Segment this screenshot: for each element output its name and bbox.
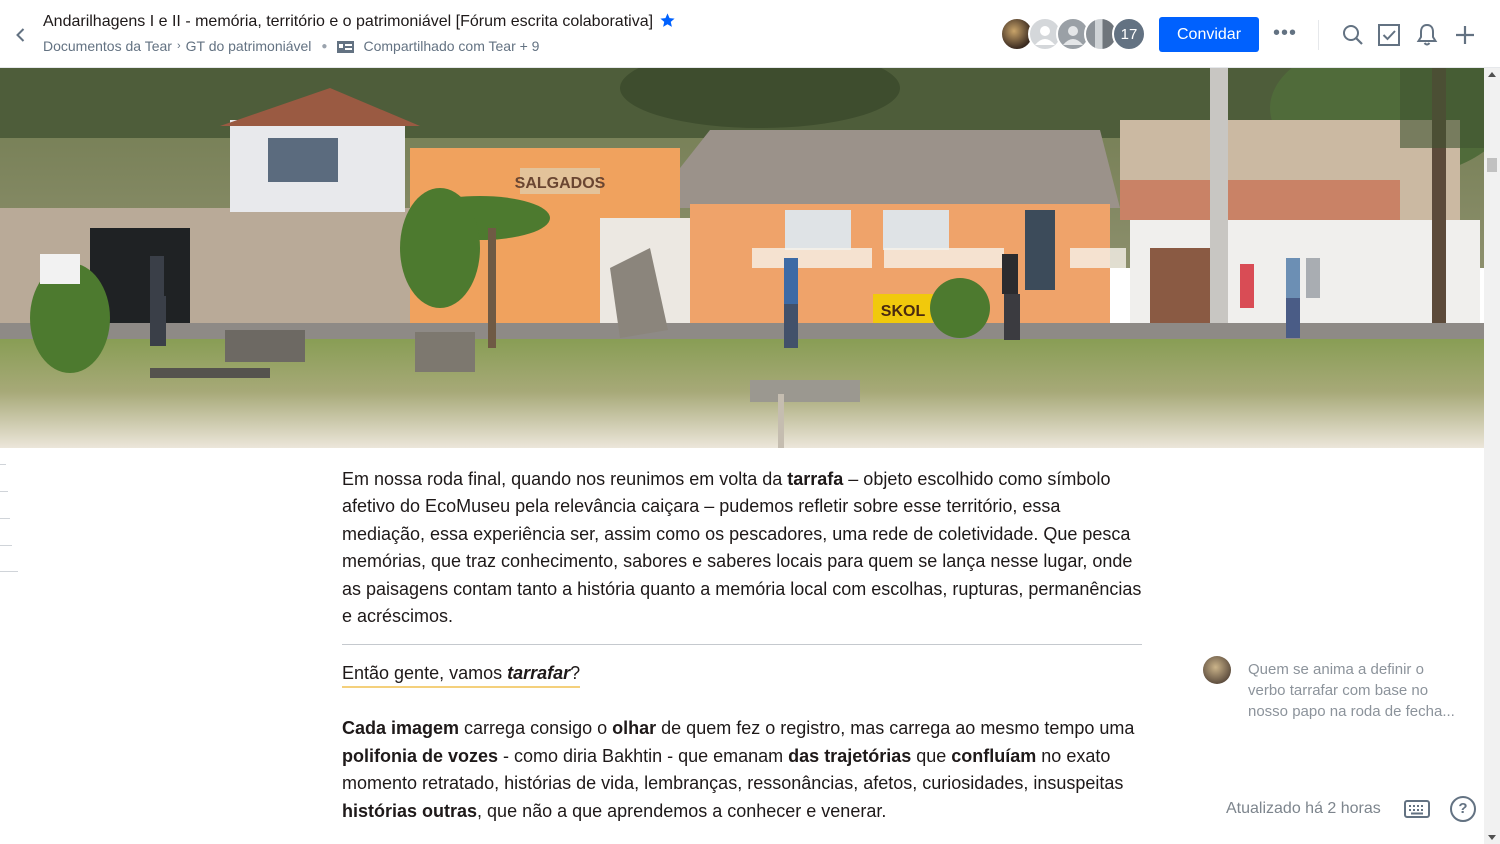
bold-text: confluíam	[951, 745, 1037, 766]
cover-image: SALGADOS SKOL	[0, 68, 1484, 448]
breadcrumb-dot: ●	[321, 40, 328, 52]
bell-icon	[1416, 23, 1438, 46]
keyboard-icon	[1404, 800, 1430, 818]
back-button[interactable]	[10, 24, 32, 46]
commented-text-highlight[interactable]: Então gente, vamos tarrafar?	[342, 661, 581, 689]
create-button[interactable]	[1452, 22, 1478, 48]
document-header: Andarilhagens I e II - memória, territór…	[0, 0, 1500, 68]
star-icon	[660, 13, 675, 27]
header-divider	[1318, 20, 1319, 50]
help-button[interactable]: ?	[1450, 796, 1476, 822]
avatar-overflow-count[interactable]: 17	[1112, 17, 1146, 51]
tasks-button[interactable]	[1376, 22, 1402, 48]
star-button[interactable]	[659, 12, 676, 32]
last-updated-status: Atualizado há 2 horas	[1226, 800, 1381, 817]
bold-text: das trajetórias	[788, 745, 912, 766]
skol-sign-text: SKOL	[881, 303, 926, 320]
outline-marker[interactable]	[0, 464, 6, 465]
scroll-down-arrow-icon[interactable]	[1488, 835, 1496, 840]
user-icon	[1035, 26, 1055, 45]
user-icon	[1063, 26, 1083, 45]
document-body[interactable]: Em nossa roda final, quando nos reunimos…	[342, 466, 1142, 825]
page-title[interactable]: Andarilhagens I e II - memória, territór…	[43, 13, 653, 31]
chevron-left-icon	[16, 28, 25, 42]
scroll-thumb[interactable]	[1487, 158, 1497, 172]
question-line[interactable]: Então gente, vamos tarrafar?	[342, 660, 1142, 689]
shop-sign-text: SALGADOS	[515, 175, 606, 192]
shared-with-link[interactable]: Compartilhado com Tear + 9	[363, 38, 539, 54]
notifications-button[interactable]	[1414, 22, 1440, 48]
text-run: que	[911, 745, 952, 766]
text-run: , que não a que aprendemos a conhecer e …	[477, 800, 887, 821]
bold-text: tarrafa	[787, 469, 844, 489]
comment-author-avatar[interactable]	[1203, 656, 1231, 684]
text-run: - como diria Bakhtin - que emanam	[498, 745, 789, 766]
search-button[interactable]	[1340, 22, 1366, 48]
outline-marker[interactable]	[0, 491, 8, 492]
checkbox-icon	[1378, 24, 1400, 46]
paragraph-roda-final[interactable]: Em nossa roda final, quando nos reunimos…	[342, 466, 1142, 630]
comment-preview[interactable]: Quem se anima a definir o verbo tarrafar…	[1248, 659, 1458, 722]
title-row: Andarilhagens I e II - memória, territór…	[43, 12, 676, 32]
breadcrumb: Documentos da Tear › GT do patrimoniável…	[43, 38, 539, 54]
text-run: ?	[570, 663, 581, 684]
bold-italic-text: tarrafar	[507, 663, 571, 684]
breadcrumb-separator: ›	[176, 40, 181, 52]
text-run: Então gente, vamos	[342, 663, 508, 684]
plus-icon	[1456, 26, 1474, 44]
outline-marker[interactable]	[0, 545, 12, 546]
breadcrumb-folder[interactable]: Documentos da Tear	[43, 38, 172, 54]
bold-text: olhar	[612, 718, 657, 739]
street-scene-photo: SALGADOS SKOL	[0, 68, 1484, 448]
keyboard-shortcuts-button[interactable]	[1404, 799, 1430, 819]
scroll-up-arrow-icon[interactable]	[1488, 72, 1496, 77]
more-options-button[interactable]: •••	[1268, 22, 1302, 48]
text-run: de quem fez o registro, mas carrega ao m…	[656, 718, 1135, 739]
team-icon	[337, 40, 355, 53]
text-run: Em nossa roda final, quando nos reunimos…	[342, 469, 788, 489]
text-run: – objeto escolhido como símbolo afetivo …	[342, 469, 1142, 627]
outline-marker[interactable]	[0, 571, 18, 572]
collaborator-avatars[interactable]: 17	[1000, 17, 1146, 51]
breadcrumb-subfolder[interactable]: GT do patrimoniável	[186, 38, 312, 54]
text-run: carrega consigo o	[459, 718, 613, 739]
invite-button[interactable]: Convidar	[1159, 17, 1259, 52]
horizontal-rule	[342, 644, 1142, 646]
vertical-scrollbar[interactable]	[1484, 68, 1500, 844]
bold-text: Cada imagem	[342, 718, 460, 739]
search-icon	[1343, 25, 1363, 45]
paragraph-cada-imagem[interactable]: Cada imagem carrega consigo o olhar de q…	[342, 715, 1142, 825]
bold-text: polifonia de vozes	[342, 745, 499, 766]
outline-marker[interactable]	[0, 518, 10, 519]
bold-text: histórias outras	[342, 800, 478, 821]
